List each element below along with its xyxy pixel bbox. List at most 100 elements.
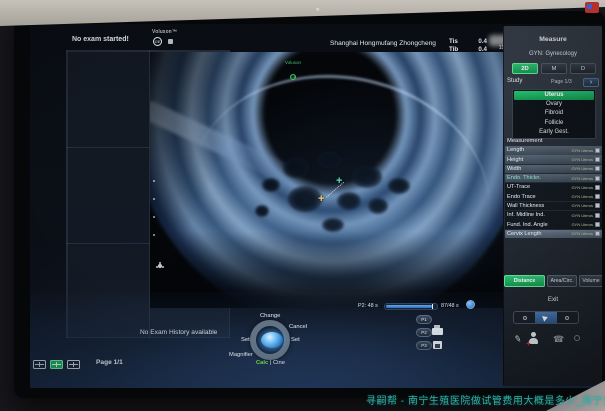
- cine-cursor[interactable]: [432, 304, 434, 309]
- study-item-fibroid[interactable]: Fibroid: [514, 109, 594, 118]
- mode-d-button[interactable]: D: [570, 63, 596, 74]
- mode-buttons: 2D M D: [512, 63, 596, 74]
- measurement-row-inf-midline[interactable]: Inf. Midline Ind. GYN Uterus: [505, 211, 602, 220]
- toggle-cursor-active[interactable]: [535, 312, 556, 323]
- mode-m-button[interactable]: M: [541, 63, 567, 74]
- trackball-top-label: Change: [260, 313, 280, 319]
- measurement-checkbox[interactable]: [595, 231, 600, 236]
- measurement-tag: GYN Uterus: [571, 157, 593, 162]
- study-item-ovary[interactable]: Ovary: [514, 100, 594, 109]
- record-circle-icon[interactable]: [574, 335, 580, 341]
- measurement-label: Fund. Ind. Angle: [507, 222, 571, 228]
- cine-counter: 87/48 s: [441, 303, 459, 309]
- caliper-1-icon: +: [318, 193, 324, 205]
- trackball-left-label: Set: [241, 337, 250, 343]
- measurement-row-wall-thickness[interactable]: Wall Thickness GYN Uterus: [505, 202, 602, 211]
- ultrasound-screen: No exam started! Voluson™ GE Shanghai Ho…: [30, 24, 602, 388]
- measurement-checkbox[interactable]: [595, 176, 600, 181]
- study-item-uterus[interactable]: Uterus: [514, 91, 594, 100]
- measurement-tag: GYN Uterus: [571, 148, 593, 153]
- trackball-right-label: Set: [291, 337, 300, 343]
- ge-logo-icon: GE: [153, 37, 162, 46]
- measurement-row-length[interactable]: Length GYN Uterus: [505, 146, 602, 155]
- measurement-tag: GYN Uterus: [571, 213, 593, 218]
- measurement-tag: GYN Uterus: [571, 231, 593, 236]
- measurement-header: Measurement: [507, 138, 542, 144]
- area-circ-button[interactable]: Area/Circ.: [547, 275, 577, 287]
- measurement-row-fund-ind-angle[interactable]: Fund. Ind. Angle GYN Uterus: [505, 220, 602, 229]
- logo-square-icon: [168, 39, 173, 44]
- layout-icon-3[interactable]: [67, 360, 80, 369]
- measurement-checkbox[interactable]: [595, 148, 600, 153]
- study-list: Uterus Ovary Fibroid Follicle Early Gest…: [512, 89, 596, 139]
- measurement-label: Cervix Length: [507, 231, 571, 237]
- pkey-p2[interactable]: P2: [416, 328, 432, 337]
- watermark-logo: [585, 2, 599, 13]
- toggle-left[interactable]: [514, 312, 535, 323]
- ge-roundel-icon: GE: [290, 74, 296, 80]
- trackball-bottomleft-label: Magnifier: [229, 352, 253, 358]
- volume-button[interactable]: Volume: [579, 275, 602, 287]
- study-label: Study: [507, 78, 522, 84]
- depth-marker: [153, 198, 155, 200]
- trackball-icon: [261, 332, 283, 348]
- cine-play-icon[interactable]: [466, 300, 475, 309]
- panel-title: Measure: [504, 36, 602, 43]
- probe-orientation-icon: [158, 264, 162, 268]
- pointer-toggle-group: [513, 311, 579, 324]
- measurement-row-ut-trace[interactable]: UT-Trace GYN Uterus: [505, 183, 602, 192]
- measurement-row-cervix-length[interactable]: Cervix Length GYN Uterus: [505, 230, 602, 239]
- pkey-p1[interactable]: P1: [416, 315, 432, 324]
- measurement-list: Length GYN Uterus Height GYN Uterus Widt…: [505, 146, 602, 239]
- image-shading: [150, 52, 505, 308]
- glare-speck: *: [316, 6, 320, 16]
- study-item-follicle[interactable]: Follicle: [514, 119, 594, 128]
- next-page-button[interactable]: ›: [583, 78, 599, 87]
- photo-of-ultrasound-monitor: No exam started! Voluson™ GE Shanghai Ho…: [0, 0, 605, 411]
- measurement-tag: GYN Uterus: [571, 203, 593, 208]
- distance-button[interactable]: Distance: [504, 275, 545, 287]
- toggle-right[interactable]: [557, 312, 578, 323]
- ring-icon: [565, 316, 569, 320]
- measurement-row-endo-thickn[interactable]: Endo. Thickn. GYN Uterus: [505, 174, 602, 183]
- measurement-checkbox[interactable]: [595, 166, 600, 171]
- pencil-icon[interactable]: ✎: [513, 333, 523, 345]
- printer-icon: [432, 328, 443, 335]
- measurement-checkbox[interactable]: [595, 157, 600, 162]
- measurement-row-endo-trace[interactable]: Endo Trace GYN Uterus: [505, 192, 602, 201]
- pkey-p3[interactable]: P3: [416, 341, 432, 350]
- cursor-arrow-icon: [543, 314, 550, 321]
- depth-marker: [153, 216, 155, 218]
- study-item-early-gest[interactable]: Early Gest.: [514, 128, 594, 137]
- cine-label: P2: 48 s: [358, 303, 378, 309]
- cine-progress-fill: [386, 305, 432, 308]
- voluson-watermark: Voluson GE: [285, 60, 301, 83]
- measurement-checkbox[interactable]: [595, 203, 600, 208]
- cine-mode-label: | Cine: [270, 360, 285, 366]
- measurement-label: Width: [507, 166, 571, 172]
- measurement-checkbox[interactable]: [595, 185, 600, 190]
- layout-icon-2-active[interactable]: [50, 360, 63, 369]
- measurement-label: UT-Trace: [507, 184, 571, 190]
- page-indicator: Page 1/1: [96, 359, 123, 366]
- measurement-checkbox[interactable]: [595, 194, 600, 199]
- measurement-row-width[interactable]: Width GYN Uterus: [505, 165, 602, 174]
- measurement-checkbox[interactable]: [595, 213, 600, 218]
- exit-button[interactable]: Exit: [504, 296, 602, 303]
- measurement-checkbox[interactable]: [595, 222, 600, 227]
- add-plus-icon: +: [526, 339, 531, 348]
- measurement-tag: GYN Uterus: [571, 176, 593, 181]
- measurement-tag: GYN Uterus: [571, 222, 593, 227]
- layout-icon-1[interactable]: [33, 360, 46, 369]
- measurement-tag: GYN Uterus: [571, 166, 593, 171]
- study-page-indicator: Page 1/3: [551, 79, 572, 85]
- phone-icon[interactable]: ☎: [553, 334, 564, 345]
- trackball-topright-label: Cancel: [289, 324, 307, 330]
- measurement-tag: GYN Uterus: [571, 194, 593, 199]
- no-history-status: No Exam History available: [140, 329, 217, 336]
- measurement-row-height[interactable]: Height GYN Uterus: [505, 155, 602, 164]
- video-watermark: 寻嗣帮 - 南宁生殖医院做试管费用大概是多少_南宁生: [366, 392, 605, 407]
- cine-progress-bar[interactable]: [384, 303, 438, 310]
- measurement-label: Length: [507, 147, 571, 153]
- mode-2d-button[interactable]: 2D: [512, 63, 538, 74]
